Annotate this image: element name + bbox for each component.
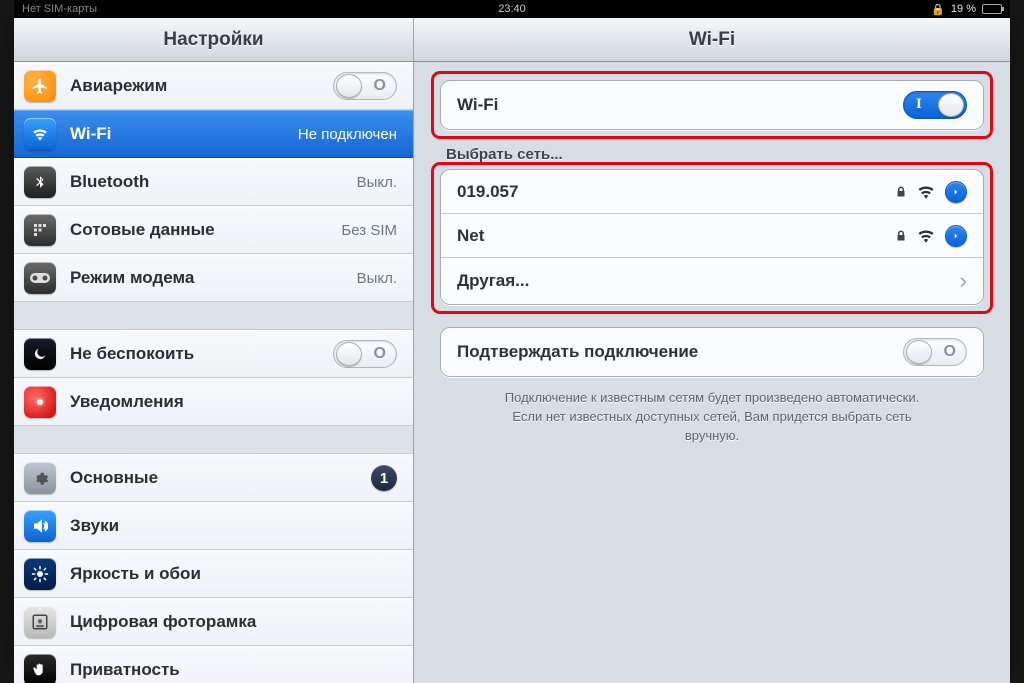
section-divider xyxy=(14,426,413,454)
wifi-toggle[interactable] xyxy=(903,91,967,119)
sidebar-item-label: Bluetooth xyxy=(70,172,343,192)
sim-status: Нет SIM-карты xyxy=(22,3,97,15)
sidebar-item-status: Не подключен xyxy=(298,126,397,143)
sidebar-item-notifications[interactable]: Уведомления xyxy=(14,378,413,426)
sidebar-item-label: Приватность xyxy=(70,660,397,680)
moon-icon xyxy=(24,338,56,370)
chevron-right-icon: › xyxy=(960,268,967,294)
updates-badge: 1 xyxy=(371,465,397,491)
notifications-icon xyxy=(24,386,56,418)
highlight-box: Wi-Fi xyxy=(434,74,990,136)
wifi-detail: Wi-Fi Выбрать сеть... 019.057 xyxy=(414,62,1010,683)
settings-sidebar: Авиарежим Wi-Fi Не подключен Bluetooth В… xyxy=(14,62,414,683)
lock-icon xyxy=(895,185,907,199)
network-row-1[interactable]: Net xyxy=(441,214,983,258)
sidebar-item-label: Не беспокоить xyxy=(70,344,319,364)
network-row-other[interactable]: Другая... › xyxy=(441,258,983,304)
sidebar-item-label: Яркость и обои xyxy=(70,564,397,584)
sidebar-item-label: Авиарежим xyxy=(70,76,319,96)
left-pane-title: Настройки xyxy=(14,18,414,62)
sidebar-item-label: Звуки xyxy=(70,516,397,536)
cellular-icon xyxy=(24,214,56,246)
network-ssid: Net xyxy=(457,226,484,246)
battery-icon xyxy=(982,4,1002,14)
network-detail-button[interactable] xyxy=(945,225,967,247)
wifi-master-row[interactable]: Wi-Fi xyxy=(441,81,983,129)
highlight-box: 019.057 xyxy=(434,165,990,311)
sidebar-item-cellular[interactable]: Сотовые данные Без SIM xyxy=(14,206,413,254)
ask-to-join-toggle[interactable] xyxy=(903,338,967,366)
lock-icon: 🔒 xyxy=(931,3,945,16)
sidebar-item-label: Режим модема xyxy=(70,268,343,288)
sidebar-item-label: Основные xyxy=(70,468,357,488)
sidebar-item-status: Выкл. xyxy=(357,174,397,191)
hotspot-icon xyxy=(24,262,56,294)
sidebar-item-label: Сотовые данные xyxy=(70,220,327,240)
sidebar-item-label: Цифровая фоторамка xyxy=(70,612,397,632)
network-ssid: 019.057 xyxy=(457,182,518,202)
dnd-toggle[interactable] xyxy=(333,340,397,368)
network-other-label: Другая... xyxy=(457,271,529,291)
sidebar-item-status: Выкл. xyxy=(357,270,397,287)
sidebar-item-bluetooth[interactable]: Bluetooth Выкл. xyxy=(14,158,413,206)
sidebar-item-pictureframe[interactable]: Цифровая фоторамка xyxy=(14,598,413,646)
wifi-icon xyxy=(24,118,56,150)
pictureframe-icon xyxy=(24,606,56,638)
airplane-toggle[interactable] xyxy=(333,72,397,100)
gear-icon xyxy=(24,462,56,494)
section-divider xyxy=(14,302,413,330)
network-row-0[interactable]: 019.057 xyxy=(441,170,983,214)
choose-network-header: Выбрать сеть... xyxy=(446,146,978,163)
lock-icon xyxy=(895,229,907,243)
ask-to-join-row[interactable]: Подтверждать подключение xyxy=(441,328,983,376)
sidebar-item-status: Без SIM xyxy=(341,222,397,239)
ask-to-join-label: Подтверждать подключение xyxy=(457,342,698,362)
airplane-icon xyxy=(24,70,56,102)
speaker-icon xyxy=(24,510,56,542)
sidebar-item-hotspot[interactable]: Режим модема Выкл. xyxy=(14,254,413,302)
bluetooth-icon xyxy=(24,166,56,198)
hand-icon xyxy=(24,654,56,683)
sidebar-item-dnd[interactable]: Не беспокоить xyxy=(14,330,413,378)
sidebar-item-wifi[interactable]: Wi-Fi Не подключен xyxy=(14,110,413,158)
wifi-toggle-label: Wi-Fi xyxy=(457,95,498,115)
status-bar: Нет SIM-карты 23:40 🔒 19 % xyxy=(14,0,1010,18)
sidebar-item-general[interactable]: Основные 1 xyxy=(14,454,413,502)
ask-to-join-help: Подключение к известным сетям будет прои… xyxy=(496,389,928,446)
clock: 23:40 xyxy=(498,3,526,15)
sidebar-item-label: Уведомления xyxy=(70,392,397,412)
sidebar-item-brightness[interactable]: Яркость и обои xyxy=(14,550,413,598)
sidebar-item-privacy[interactable]: Приватность xyxy=(14,646,413,683)
network-detail-button[interactable] xyxy=(945,181,967,203)
sidebar-item-label: Wi-Fi xyxy=(70,124,284,144)
right-pane-title: Wi-Fi xyxy=(414,18,1010,62)
wifi-signal-icon xyxy=(917,185,935,199)
sidebar-item-airplane[interactable]: Авиарежим xyxy=(14,62,413,110)
battery-label: 19 % xyxy=(951,3,976,15)
wifi-signal-icon xyxy=(917,229,935,243)
brightness-icon xyxy=(24,558,56,590)
sidebar-item-sounds[interactable]: Звуки xyxy=(14,502,413,550)
